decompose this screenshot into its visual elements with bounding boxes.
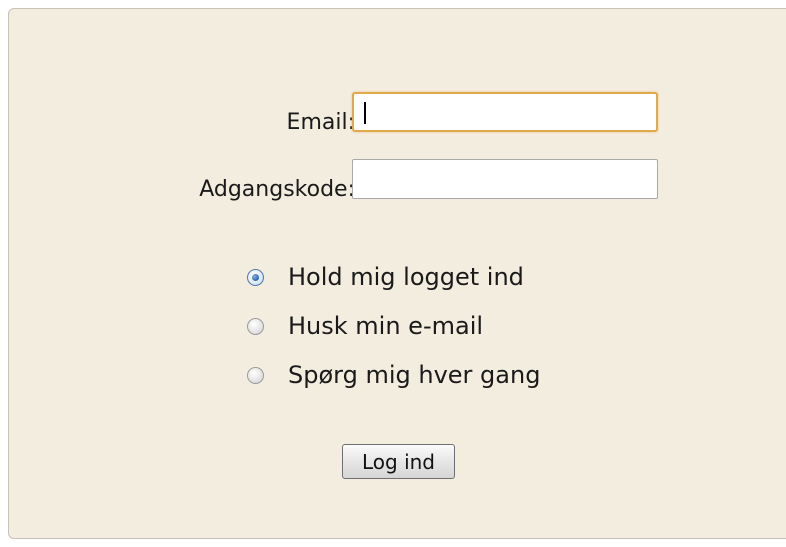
radio-option-remember-email[interactable]: Husk min e-mail [247, 311, 483, 341]
password-label: Adgangskode: [199, 177, 355, 202]
login-panel: Email: Adgangskode: Hold mig logget ind … [8, 8, 786, 539]
email-field[interactable] [352, 92, 658, 132]
radio-button-selected[interactable] [247, 268, 264, 286]
email-label: Email: [286, 110, 355, 135]
text-cursor [364, 102, 366, 124]
password-field[interactable] [352, 159, 658, 199]
radio-option-stay-logged-in[interactable]: Hold mig logget ind [247, 262, 524, 292]
radio-button[interactable] [247, 366, 264, 384]
radio-label[interactable]: Spørg mig hver gang [288, 361, 540, 389]
radio-dot [252, 273, 259, 281]
radio-button[interactable] [247, 317, 264, 335]
radio-label[interactable]: Husk min e-mail [288, 312, 483, 340]
radio-label[interactable]: Hold mig logget ind [288, 263, 524, 291]
radio-option-ask-every-time[interactable]: Spørg mig hver gang [247, 360, 540, 390]
login-button[interactable]: Log ind [342, 444, 455, 479]
